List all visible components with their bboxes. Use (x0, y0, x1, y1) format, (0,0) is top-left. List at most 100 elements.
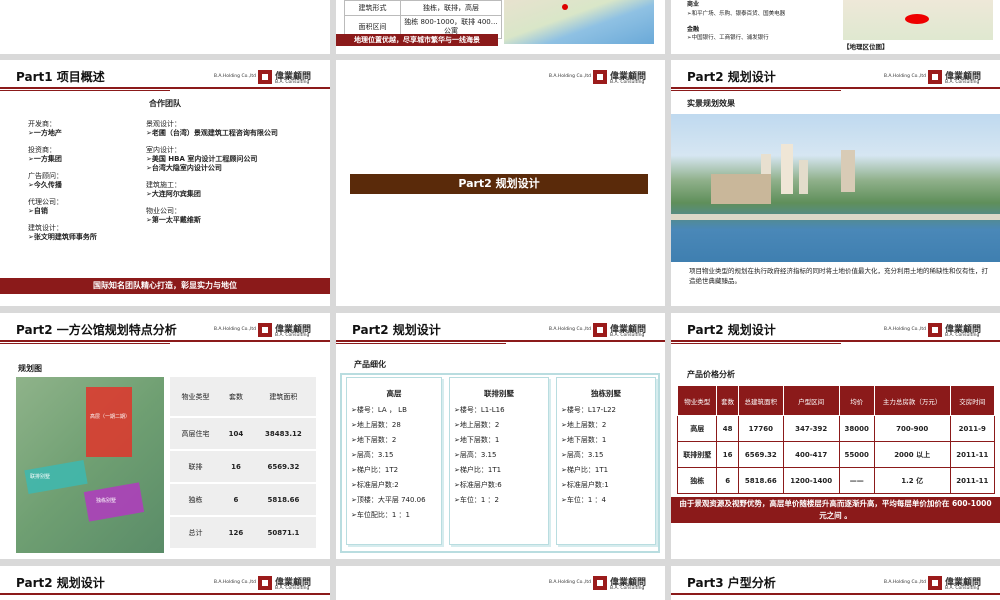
table-header-row: 物业类型 套数 总建筑面积 户型区间 均价 主力总房款（万元） 交房时间 (676, 385, 996, 416)
table-cell: 400-417 (782, 441, 840, 468)
product-spec: ➢梯户比：1T2 (351, 466, 399, 474)
map-thumbnail (504, 0, 654, 44)
table-cell: 总计 (170, 516, 222, 550)
column-header: 总建筑面积 (737, 385, 784, 416)
company-logo: 偉業顧問 B.A. Consulting (593, 575, 657, 597)
team-member: ➢老圃（台湾）景观建筑工程咨询有限公司 (146, 129, 278, 137)
table-cell: 700-900 (873, 415, 951, 442)
slide-title: Part2 一方公馆规划特点分析 (16, 323, 177, 337)
table-cell: 5818.66 (737, 467, 784, 494)
team-entry: 开发商： ➢一方地产 (28, 120, 138, 138)
slide-title: Part1 项目概述 (16, 70, 105, 84)
slide-bottom-center: B.A.Holding Co.,ltd 偉業顧問 B.A. Consulting (336, 566, 665, 600)
table-cell: 联排 (170, 450, 222, 484)
product-spec: ➢梯户比：1T1 (454, 466, 502, 474)
product-spec: ➢地下层数：1 (454, 436, 500, 444)
team-member: ➢今久传播 (28, 181, 62, 189)
slide-bottom-left: Part2 规划设计 B.A.Holding Co.,ltd 偉業顧問 B.A. … (0, 566, 330, 600)
slide-top-left-blank (0, 0, 330, 54)
team-member: ➢一方地产 (28, 129, 62, 137)
team-role: 景观设计： (146, 120, 181, 128)
table-row: 建筑形式 独栋，联排，高层 (344, 0, 502, 16)
table-row: 独栋 6 5818.66 (170, 483, 316, 517)
column-header: 户型区间 (782, 385, 840, 416)
team-entry: 广告顾问： ➢今久传播 (28, 172, 138, 190)
table-cell: 联排别墅 (676, 441, 718, 468)
table-row: 联排 16 6569.32 (170, 450, 316, 484)
table-cell: 高层 (676, 415, 718, 442)
team-member: ➢台湾大隐室内设计公司 (146, 164, 222, 172)
team-entry: 建筑设计： ➢张文明建筑师事务所 (28, 224, 138, 242)
slide-title: Part2 规划设计 (352, 323, 441, 337)
team-entry: 物业公司： ➢第一太平戴维斯 (146, 207, 326, 225)
table-cell: 16 (221, 450, 251, 484)
table-cell: 347-392 (782, 415, 840, 442)
price-table: 物业类型 套数 总建筑面积 户型区间 均价 主力总房款（万元） 交房时间 高层 48 17760 3… (676, 385, 996, 494)
team-member: ➢美国 HBA 室内设计工程顾问公司 (146, 155, 258, 163)
location-banner: 地理位置优越，尽享城市繁华与一线海景 (336, 34, 498, 46)
table-cell: 6 (221, 483, 251, 517)
product-spec: ➢层高：3.15 (561, 451, 604, 459)
product-spec: ➢顶楼：大平层 740.06 (351, 496, 426, 504)
aerial-render-image (671, 114, 1000, 262)
table-row: 总计 126 50871.1 (170, 516, 316, 550)
column-header: 物业类型 (676, 385, 718, 416)
product-card: 联排别墅 ➢楼号：L1-L16 ➢地上层数：2 ➢地下层数：1 ➢层高：3.15 ➢梯户比… (449, 377, 549, 545)
slide-top-right: 商业 ➢和平广场、乐购、银泰百货、国美电器 金融 ➢中国银行、工商银行、浦发银行… (671, 0, 1000, 54)
location-marker-icon (905, 14, 929, 24)
section-subtitle: 合作团队 (149, 99, 181, 108)
team-role: 室内设计： (146, 146, 181, 154)
slide-title: Part3 户型分析 (687, 576, 776, 590)
column-header: 套数 (221, 377, 251, 418)
table-cell: 2011-9 (949, 415, 996, 442)
product-spec: ➢梯户比：1T1 (561, 466, 609, 474)
section-subtitle: 产品细化 (354, 360, 386, 369)
table-cell: 1.2 亿 (873, 467, 951, 494)
site-plan-image: 高层（一期二期） 联排别墅 独栋别墅 (16, 377, 164, 553)
team-role: 建筑设计： (28, 224, 63, 232)
product-spec: ➢楼号：L17-L22 (561, 406, 617, 414)
table-cell: 5818.66 (250, 483, 316, 517)
table-row: 联排别墅 16 6569.32 400-417 55000 2000 以上 2011-11 (676, 441, 996, 468)
product-spec: ➢标准层户数:1 (561, 481, 609, 489)
team-entry: 代理公司： ➢自销 (28, 198, 138, 216)
table-cell: —— (838, 467, 875, 494)
table-cell: 50871.1 (250, 516, 316, 550)
product-spec: ➢车位配比：1 ：1 (351, 511, 410, 519)
section-subtitle: 实景规划效果 (687, 99, 735, 108)
team-role: 广告顾问： (28, 172, 63, 180)
table-cell: 2000 以上 (873, 441, 951, 468)
planning-description: 项目物业类型的规划在执行政府经济指标的同时将土地价值最大化，充分利用土地的稀缺性… (689, 267, 988, 285)
team-role: 开发商： (28, 120, 56, 128)
product-spec: ➢车位：1 ：4 (561, 496, 606, 504)
column-header: 主力总房款（万元） (873, 385, 951, 416)
product-spec: ➢地下层数：1 (561, 436, 607, 444)
table-row: 独栋 6 5818.66 1200-1400 —— 1.2 亿 2011-11 (676, 467, 996, 494)
team-member: ➢一方集团 (28, 155, 62, 163)
table-header-row: 物业类型 套数 建筑面积 (170, 377, 316, 418)
price-banner: 由于景观资源及视野优势，高层单价随楼层升高而逐渐升高，平均每层单价加价在 600… (671, 497, 1000, 523)
location-pin-icon (562, 4, 568, 10)
team-right-column: 景观设计： ➢老圃（台湾）景观建筑工程咨询有限公司 室内设计： ➢美国 HBA 室内设… (146, 120, 326, 233)
table-cell: 126 (221, 516, 251, 550)
product-spec: ➢楼号：L1-L16 (454, 406, 505, 414)
team-role: 物业公司： (146, 207, 181, 215)
table-cell: 104 (221, 417, 251, 451)
slide-bottom-right: Part3 户型分析 B.A.Holding Co.,ltd 偉業顧問 B.A. … (671, 566, 1000, 600)
product-spec: ➢地下层数：2 (351, 436, 397, 444)
slide-product-details: Part2 规划设计 B.A.Holding Co.,ltd 偉業顧問 B.A. … (336, 313, 665, 559)
map-thumbnail (843, 0, 993, 40)
column-header: 建筑面积 (250, 377, 316, 418)
section-subtitle: 产品价格分析 (687, 370, 735, 379)
table-cell: 17760 (737, 415, 784, 442)
product-spec: ➢地上层数：28 (351, 421, 401, 429)
slide-title: Part2 规划设计 (16, 576, 105, 590)
product-card: 独栋别墅 ➢楼号：L17-L22 ➢地上层数：2 ➢地下层数：1 ➢层高：3.15 ➢梯户… (556, 377, 656, 545)
team-left-column: 开发商： ➢一方地产 投资商： ➢一方集团 广告顾问： ➢今久传播 代理公司： ➢自销 建筑设计… (28, 120, 138, 250)
product-card: 高层 ➢楼号：LA ， LB ➢地上层数：28 ➢地下层数：2 ➢层高：3.15 ➢梯户比… (346, 377, 442, 545)
slide-team: Part1 项目概述 B.A.Holding Co.,ltd 偉業顧問 B.A. … (0, 60, 330, 306)
team-banner: 国际知名团队精心打造，彰显实力与地位 (0, 278, 330, 294)
table-cell: 48 (716, 415, 739, 442)
product-spec: ➢标准层户数:2 (351, 481, 399, 489)
product-spec: ➢层高：3.15 (454, 451, 497, 459)
